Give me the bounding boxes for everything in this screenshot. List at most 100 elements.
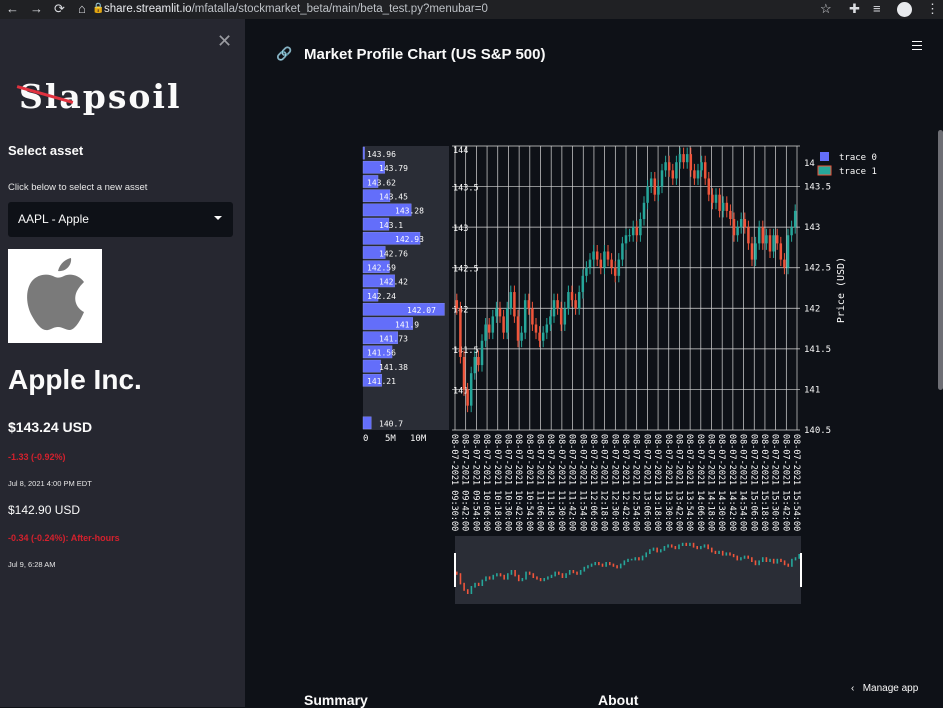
x-tick-label: 08-07-2021 11:30:00 [556,434,566,531]
profile-bar-label: 142.24 [367,292,396,301]
slider-handle-right [800,553,802,587]
candle-body [473,356,477,374]
profile-x-tick: 10M [410,434,427,444]
x-tick-label: 08-07-2021 11:06:00 [535,434,545,531]
candle-body [462,356,466,390]
y-right-tick: 140.5 [804,426,831,436]
x-tick-label: 08-07-2021 13:54:00 [684,434,694,531]
summary-heading: Summary [304,692,368,708]
candle-body [466,389,469,406]
x-tick-label: 08-07-2021 11:54:00 [577,434,587,531]
profile-bar-label: 143.28 [395,207,424,216]
profile-bar-label: 143.62 [367,178,396,187]
y-right-tick: 14 [804,159,815,169]
candle-body [567,292,570,309]
candle-body [750,243,754,260]
candle-body [736,227,739,236]
x-tick-label: 08-07-2021 13:18:00 [652,434,662,531]
x-tick-label: 08-07-2021 15:30:00 [770,434,780,531]
candle-body [639,219,642,236]
candle-body [772,235,775,252]
candle-body [563,308,567,325]
candle-body [635,227,639,236]
profile-bar-label: 142.59 [367,264,396,273]
x-tick-label: 08-07-2021 12:30:00 [609,434,619,531]
candle-body [487,324,491,333]
candle-body [498,308,502,317]
x-tick-label: 08-07-2021 15:42:00 [780,434,790,531]
candle-body [621,243,624,260]
y-right-tick: 141.5 [804,345,831,355]
profile-bar-label: 143.79 [379,164,408,173]
range-slider[interactable] [454,536,802,604]
y-left-tick: 143 [453,224,468,234]
profile-x-tick: 0 [363,434,368,444]
candle-body [523,300,527,333]
x-tick-label: 08-07-2021 10:30:00 [502,434,512,531]
x-tick-label: 08-07-2021 09:54:00 [470,434,480,531]
about-heading: About [598,692,639,708]
candle-body [513,292,516,317]
candle-body [757,227,761,244]
candle-body [693,170,696,179]
candle-body [721,202,725,211]
profile-bar [362,359,381,373]
candle-body [592,251,595,260]
x-tick-label: 08-07-2021 12:06:00 [588,434,598,531]
legend-swatch [817,165,832,176]
x-tick-label: 08-07-2021 09:30:00 [449,434,459,531]
x-tick-label: 08-07-2021 15:54:00 [791,434,801,531]
candle-body [613,267,617,276]
candle-body [775,235,779,244]
candle-body [714,194,718,203]
candle-body [649,178,653,187]
candle-body [574,300,577,309]
candle-body [570,292,574,301]
profile-bar-label: 142.93 [395,235,424,244]
x-tick-label: 08-07-2021 12:42:00 [620,434,630,531]
volume-profile-panel: 143.96 143.79 143.62 143.45 143.28 143.1 142.9… [362,146,449,444]
candle-body [455,300,459,309]
x-tick-label: 08-07-2021 14:30:00 [716,434,726,531]
chart-legend[interactable]: trace 0 trace 1 [817,152,877,177]
profile-bar-label: 141.21 [367,377,396,386]
y-left-tick: 141 [453,386,468,396]
candle-body [743,219,747,228]
profile-bar-label: 143.1 [379,221,403,230]
candle-body [531,308,534,325]
slider-background [455,536,801,604]
candle-body [678,154,682,163]
candle-body [538,332,541,341]
candle-body [675,162,678,179]
profile-bar-label: 141.38 [379,363,408,372]
candle-body [779,243,783,260]
candle-body [725,202,729,211]
x-tick-label: 08-07-2021 14:18:00 [706,434,716,531]
candle-body [765,235,768,244]
x-tick-label: 08-07-2021 10:42:00 [513,434,523,531]
candle-body [505,308,509,333]
profile-bar-label: 141.9 [395,320,419,329]
candle-body [509,292,513,309]
candle-body [793,210,797,228]
y-right-tick: 142 [804,304,820,314]
candle-body [552,300,556,317]
y-left-tick: 143.5 [453,184,479,194]
candle-body [534,324,538,333]
candle-body [747,227,750,244]
candle-body [729,210,732,220]
candle-body [646,186,649,203]
candle-body [556,300,559,309]
candle-body [739,219,743,228]
profile-bar-label: 140.7 [379,420,403,429]
manage-app-button[interactable]: ‹ Manage app [851,683,918,694]
candle-body [667,162,671,171]
y-right-tick: 143.5 [804,183,831,193]
candle-body [624,235,628,244]
candlestick-panel[interactable]: 08-07-2021 09:30:00 08-07-2021 09:42:00 08… [449,145,847,531]
x-tick-label: 08-07-2021 09:42:00 [460,434,470,531]
candle-body [606,251,610,260]
x-tick-label: 08-07-2021 13:30:00 [663,434,673,531]
candle-body [477,356,480,366]
x-tick-label: 08-07-2021 14:42:00 [727,434,737,531]
